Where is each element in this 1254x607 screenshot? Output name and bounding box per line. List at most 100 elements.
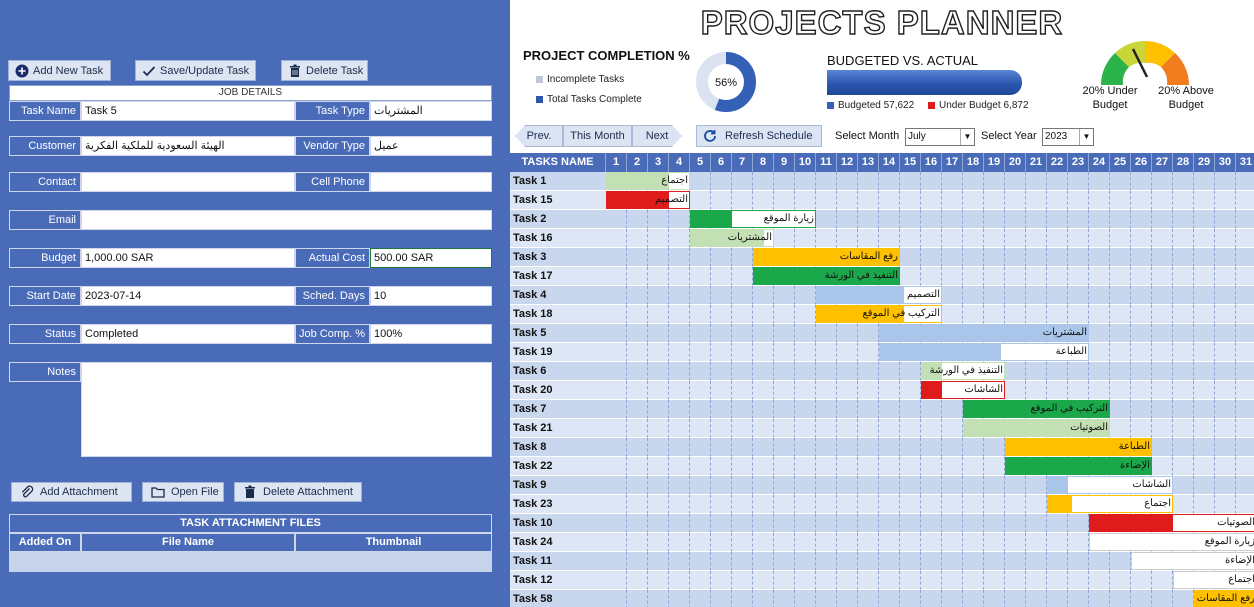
gantt-day-cell <box>984 248 1005 267</box>
task-type-field[interactable]: المشتريات <box>370 101 492 121</box>
gantt-task-name[interactable]: Task 3 <box>510 248 606 267</box>
gantt-task-name[interactable]: Task 58 <box>510 590 606 607</box>
gantt-task-name[interactable]: Task 15 <box>510 191 606 210</box>
gantt-task-name[interactable]: Task 21 <box>510 419 606 438</box>
gantt-bar-label[interactable]: الطباعة <box>879 343 1089 361</box>
gantt-task-name[interactable]: Task 2 <box>510 210 606 229</box>
gantt-bar-label[interactable]: اجتماع <box>606 172 690 190</box>
next-month-button[interactable]: Next <box>632 125 682 147</box>
gantt-day-cell <box>795 457 816 476</box>
gantt-bar-label[interactable]: التركيب في الموقع <box>816 305 942 323</box>
sched-days-field[interactable]: 10 <box>370 286 492 306</box>
gantt-day-cell <box>1110 343 1131 362</box>
refresh-schedule-button[interactable]: Refresh Schedule <box>696 125 822 147</box>
gantt-bar-label[interactable]: الشاشات <box>1047 476 1173 494</box>
gantt-day-cell <box>900 210 921 229</box>
delete-attachment-button[interactable]: Delete Attachment <box>234 482 362 502</box>
notes-label: Notes <box>9 362 81 382</box>
gantt-day-cell <box>858 590 879 607</box>
gantt-day-cell <box>1152 305 1173 324</box>
gantt-bar-label[interactable]: التنفيذ في الورشة <box>753 267 900 285</box>
gantt-bar-label[interactable]: التركيب في الموقع <box>963 400 1110 418</box>
gantt-day-cell <box>984 286 1005 305</box>
gantt-day-header: 24 <box>1089 153 1110 172</box>
gantt-bar-label[interactable]: المشتريات <box>879 324 1089 342</box>
gantt-day-cell <box>795 571 816 590</box>
gantt-chart: TASKS NAME 1 2 3 4 5 6 7 8 9 10 11 12 13 14 15 16 17 18 19 2… <box>510 153 1254 607</box>
actual-cost-field[interactable]: 500.00 SAR <box>370 248 492 268</box>
gantt-task-name[interactable]: Task 22 <box>510 457 606 476</box>
gantt-day-cell <box>774 457 795 476</box>
gantt-bar-label[interactable]: رفع المقاسات <box>1194 590 1254 607</box>
gantt-task-name[interactable]: Task 6 <box>510 362 606 381</box>
attachment-list-row[interactable] <box>9 552 492 572</box>
gantt-day-cell <box>1215 305 1236 324</box>
gantt-bar-label[interactable]: التصميم <box>816 286 942 304</box>
gantt-bar-label[interactable]: التنفيذ في الورشة <box>921 362 1005 380</box>
delete-task-button[interactable]: Delete Task <box>281 60 368 81</box>
add-new-task-button[interactable]: Add New Task <box>8 60 111 81</box>
gantt-day-cell <box>837 476 858 495</box>
gantt-task-name[interactable]: Task 18 <box>510 305 606 324</box>
customer-field[interactable]: الهيئة السعودية للملكية الفكرية <box>81 136 295 156</box>
notes-textarea[interactable] <box>81 362 492 457</box>
gantt-bar-label[interactable]: رفع المقاسات <box>753 248 900 266</box>
start-date-field[interactable]: 2023-07-14 <box>81 286 295 306</box>
this-month-button[interactable]: This Month <box>563 125 632 147</box>
status-field[interactable]: Completed <box>81 324 295 344</box>
gantt-bar-label[interactable]: الإضاءة <box>1005 457 1152 475</box>
gantt-task-name[interactable]: Task 8 <box>510 438 606 457</box>
gantt-day-cell <box>816 552 837 571</box>
gantt-bar-label[interactable]: الصوتيات <box>963 419 1110 437</box>
vendor-type-field[interactable]: عميل <box>370 136 492 156</box>
gantt-task-name[interactable]: Task 10 <box>510 514 606 533</box>
gantt-day-cell <box>1089 248 1110 267</box>
gantt-task-name[interactable]: Task 11 <box>510 552 606 571</box>
gantt-bar-label[interactable]: اجتماع <box>1047 495 1173 513</box>
gantt-task-name[interactable]: Task 4 <box>510 286 606 305</box>
gantt-bar-label[interactable]: الإضاءة <box>1131 552 1254 570</box>
gantt-task-name[interactable]: Task 20 <box>510 381 606 400</box>
gantt-day-header: 8 <box>753 153 774 172</box>
prev-month-button[interactable]: Prev. <box>515 125 563 147</box>
gantt-task-name[interactable]: Task 12 <box>510 571 606 590</box>
gantt-task-name[interactable]: Task 19 <box>510 343 606 362</box>
gantt-bar-label[interactable]: التصميم <box>606 191 690 209</box>
month-select[interactable]: July ▼ <box>905 128 975 146</box>
gantt-day-cell <box>1047 590 1068 607</box>
gantt-day-cell <box>942 210 963 229</box>
gantt-bar-label[interactable]: زيارة الموقع <box>1089 533 1254 551</box>
gantt-bar-label[interactable]: الشاشات <box>921 381 1005 399</box>
gantt-day-cell <box>1047 267 1068 286</box>
year-select[interactable]: 2023 ▼ <box>1042 128 1094 146</box>
gantt-task-name[interactable]: Task 5 <box>510 324 606 343</box>
task-name-field[interactable]: Task 5 <box>81 101 295 121</box>
gantt-task-name[interactable]: Task 1 <box>510 172 606 191</box>
save-update-task-button[interactable]: Save/Update Task <box>135 60 256 81</box>
gantt-task-name[interactable]: Task 16 <box>510 229 606 248</box>
gantt-bar-label[interactable]: الصوتيات <box>1089 514 1254 532</box>
contact-field[interactable] <box>81 172 295 192</box>
gantt-day-cell <box>1089 172 1110 191</box>
job-comp-field[interactable]: 100% <box>370 324 492 344</box>
gantt-bar-label[interactable]: الطباعة <box>1005 438 1152 456</box>
gantt-task-name[interactable]: Task 23 <box>510 495 606 514</box>
gantt-bar-label[interactable]: زيارة الموقع <box>690 210 816 228</box>
open-file-button[interactable]: Open File <box>142 482 224 502</box>
email-field[interactable] <box>81 210 492 230</box>
gantt-task-name[interactable]: Task 7 <box>510 400 606 419</box>
add-attachment-button[interactable]: Add Attachment <box>11 482 132 502</box>
gantt-day-header: 5 <box>690 153 711 172</box>
gantt-bar-label[interactable]: اجتماع <box>1173 571 1254 589</box>
gantt-task-name[interactable]: Task 9 <box>510 476 606 495</box>
gantt-day-cell <box>669 495 690 514</box>
gantt-bar-label[interactable]: المشتريات <box>690 229 774 247</box>
gantt-task-name[interactable]: Task 17 <box>510 267 606 286</box>
gantt-task-name[interactable]: Task 24 <box>510 533 606 552</box>
gantt-day-header: 9 <box>774 153 795 172</box>
gantt-day-cell <box>648 229 669 248</box>
cell-phone-field[interactable] <box>370 172 492 192</box>
sched-days-label: Sched. Days <box>295 286 370 306</box>
gantt-day-cell <box>879 457 900 476</box>
budget-field[interactable]: 1,000.00 SAR <box>81 248 295 268</box>
